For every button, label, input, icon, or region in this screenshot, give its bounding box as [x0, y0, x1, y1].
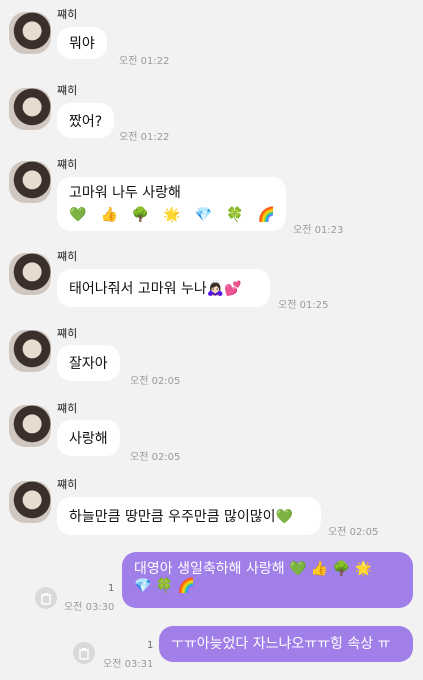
avatar[interactable] — [9, 481, 51, 523]
message-bubble[interactable]: 하늘만큼 땅만큼 우주만큼 많이많이💚 — [57, 497, 321, 535]
avatar[interactable] — [9, 330, 51, 372]
sender-name: 쨰히 — [57, 250, 78, 263]
trash-icon[interactable] — [73, 642, 95, 664]
avatar[interactable] — [9, 12, 51, 54]
message-bubble[interactable]: 태어나줘서 고마워 누나🙇🏻‍♀️💕 — [57, 269, 270, 307]
emoji-row: 💚 👍 🌳 🌟 💎 🍀 🌈 — [69, 204, 275, 226]
emoji: 💎 — [194, 207, 213, 223]
sender-name: 쨰히 — [57, 478, 78, 491]
emoji: 👍 — [100, 207, 118, 223]
unread-count: 1 — [108, 583, 115, 594]
emoji: 🌳 — [131, 207, 150, 223]
sender-name: 쨰히 — [57, 327, 78, 340]
message-text: 대영아 생일축하해 사랑해 💚 👍 🌳 🌟 — [134, 561, 373, 577]
message-bubble[interactable]: 고마워 나두 사랑해 💚 👍 🌳 🌟 💎 🍀 🌈 — [57, 177, 286, 231]
emoji: 🌈 — [257, 207, 276, 223]
message-time: 오전 02:05 — [130, 376, 181, 387]
message-bubble[interactable]: 잘자아 — [57, 345, 120, 381]
unread-count: 1 — [147, 640, 154, 651]
message-time: 오전 01:23 — [293, 225, 344, 236]
message-bubble[interactable]: 짰어? — [57, 103, 115, 138]
message-text: 고마워 나두 사랑해 — [69, 185, 181, 201]
message-time: 오전 02:05 — [328, 527, 379, 538]
avatar[interactable] — [9, 88, 51, 130]
emoji: 🌟 — [163, 207, 181, 223]
trash-icon[interactable] — [35, 587, 57, 609]
message-time: 오전 03:31 — [103, 659, 154, 670]
emoji: 💚 — [69, 207, 87, 223]
message-time: 오전 03:30 — [64, 602, 115, 613]
avatar[interactable] — [9, 161, 51, 203]
message-bubble[interactable]: 뭐야 — [57, 27, 107, 59]
message-time: 오전 01:22 — [119, 132, 170, 143]
message-bubble[interactable]: 사랑해 — [57, 420, 120, 456]
message-text: 💎 🍀 🌈 — [134, 578, 196, 594]
emoji: 🍀 — [226, 207, 244, 223]
my-message-bubble[interactable]: 대영아 생일축하해 사랑해 💚 👍 🌳 🌟 💎 🍀 🌈 — [122, 552, 413, 608]
my-message-bubble[interactable]: ㅜㅠ아늦었다 자느냐오ㅠㅠ힝 속상 ㅠ — [159, 626, 413, 662]
sender-name: 쨰히 — [57, 158, 78, 171]
sender-name: 쨰히 — [57, 84, 78, 97]
message-time: 오전 01:22 — [119, 56, 170, 67]
avatar[interactable] — [9, 405, 51, 447]
message-time: 오전 01:25 — [278, 300, 329, 311]
avatar[interactable] — [9, 253, 51, 295]
sender-name: 쨰히 — [57, 402, 78, 415]
message-time: 오전 02:05 — [130, 452, 181, 463]
sender-name: 쨰히 — [57, 8, 78, 21]
